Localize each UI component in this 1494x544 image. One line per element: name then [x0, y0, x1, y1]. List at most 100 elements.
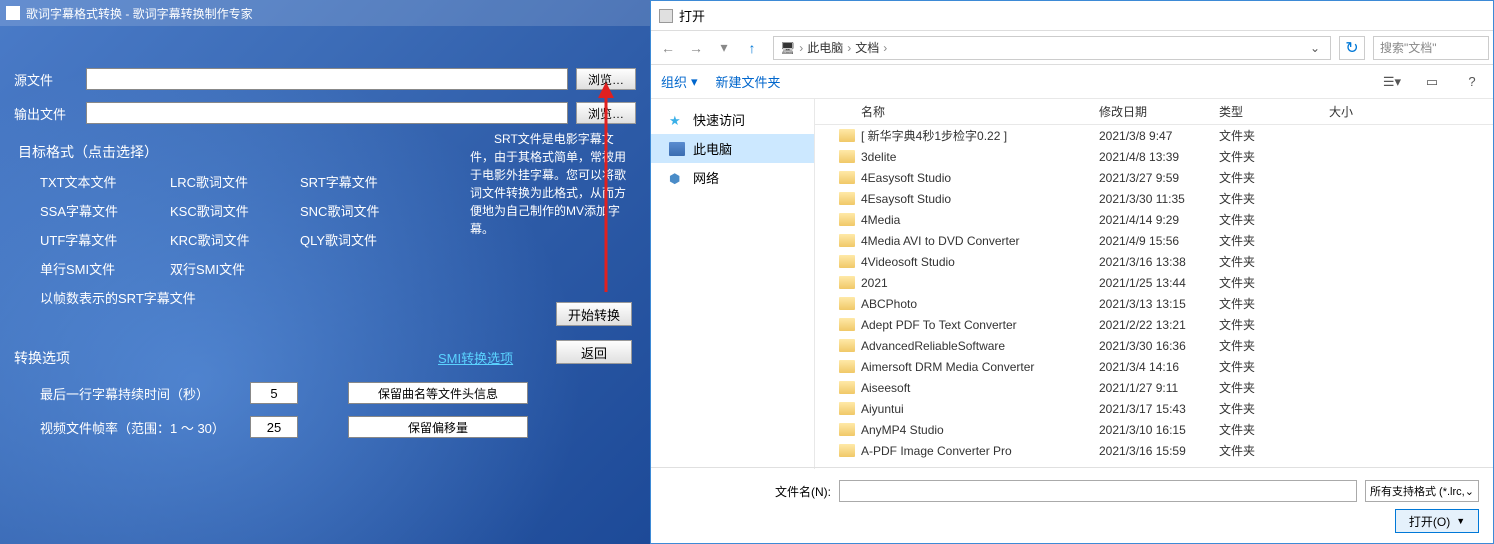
- file-date: 2021/4/8 13:39: [1099, 150, 1219, 164]
- file-type: 文件夹: [1219, 169, 1329, 186]
- start-convert-button[interactable]: 开始转换: [556, 302, 632, 326]
- file-name: AnyMP4 Studio: [861, 423, 1099, 437]
- file-type: 文件夹: [1219, 295, 1329, 312]
- col-date[interactable]: 修改日期: [1099, 103, 1219, 120]
- toolbar: 组织 ▾ 新建文件夹 ☰▾ ▭ ?: [651, 65, 1493, 99]
- last-line-input[interactable]: [250, 382, 298, 404]
- view-options-icon[interactable]: ☰▾: [1381, 71, 1403, 93]
- list-item[interactable]: Aiseesoft2021/1/27 9:11文件夹: [815, 377, 1493, 398]
- nav-back-button[interactable]: ←: [655, 36, 681, 60]
- folder-icon: [839, 276, 855, 289]
- file-date: 2021/3/16 13:38: [1099, 255, 1219, 269]
- format-lrc[interactable]: LRC歌词文件: [170, 172, 300, 191]
- tips-title: 小贴士：: [470, 106, 636, 124]
- list-item[interactable]: 4Media2021/4/14 9:29文件夹: [815, 209, 1493, 230]
- folder-icon: [839, 381, 855, 394]
- sidebar-item-network[interactable]: ⬢ 网络: [651, 163, 814, 192]
- file-name: Aiyuntui: [861, 402, 1099, 416]
- file-type: 文件夹: [1219, 379, 1329, 396]
- sidebar-item-quick-access[interactable]: ★ 快速访问: [651, 105, 814, 134]
- list-item[interactable]: 20212021/1/25 13:44文件夹: [815, 272, 1493, 293]
- list-item[interactable]: Aimersoft DRM Media Converter2021/3/4 14…: [815, 356, 1493, 377]
- tips-body: SRT文件是电影字幕文件，由于其格式简单，常被用于电影外挂字幕。您可以将歌词文件…: [470, 130, 636, 238]
- col-type[interactable]: 类型: [1219, 103, 1329, 120]
- breadcrumb-pc[interactable]: 此电脑: [807, 39, 843, 56]
- folder-icon: [839, 297, 855, 310]
- nav-recent-button[interactable]: ▾: [711, 36, 737, 60]
- chevron-down-icon: ▼: [1456, 516, 1465, 526]
- folder-icon: [839, 339, 855, 352]
- file-name: Aimersoft DRM Media Converter: [861, 360, 1099, 374]
- options-section: 转换选项 SMI转换选项 最后一行字幕持续时间（秒） 保留曲名等文件头信息 视频…: [14, 348, 636, 450]
- list-item[interactable]: 4Media AVI to DVD Converter2021/4/9 15:5…: [815, 230, 1493, 251]
- search-placeholder: 搜索"文档": [1380, 39, 1437, 56]
- file-date: 2021/3/13 13:15: [1099, 297, 1219, 311]
- list-item[interactable]: AdvancedReliableSoftware2021/3/30 16:36文…: [815, 335, 1493, 356]
- list-item[interactable]: AnyMP4 Studio2021/3/10 16:15文件夹: [815, 419, 1493, 440]
- folder-icon: [839, 318, 855, 331]
- file-name: AdvancedReliableSoftware: [861, 339, 1099, 353]
- chevron-right-icon: ›: [883, 41, 887, 55]
- refresh-button[interactable]: ↻: [1339, 36, 1365, 60]
- nav-forward-button[interactable]: →: [683, 36, 709, 60]
- source-file-input[interactable]: [86, 68, 568, 90]
- dialog-titlebar[interactable]: 打开: [651, 1, 1493, 31]
- breadcrumb[interactable]: 🖥 › 此电脑 › 文档 › ⌄: [773, 36, 1331, 60]
- open-button[interactable]: 打开(O) ▼: [1395, 509, 1479, 533]
- file-type: 文件夹: [1219, 358, 1329, 375]
- format-snc[interactable]: SNC歌词文件: [300, 201, 430, 220]
- list-item[interactable]: Aiyuntui2021/3/17 15:43文件夹: [815, 398, 1493, 419]
- list-item[interactable]: 4Videosoft Studio2021/3/16 13:38文件夹: [815, 251, 1493, 272]
- nav-up-button[interactable]: ↑: [739, 36, 765, 60]
- file-name: 3delite: [861, 150, 1099, 164]
- list-item[interactable]: A-PDF Image Converter Pro2021/3/16 15:59…: [815, 440, 1493, 461]
- col-size[interactable]: 大小: [1329, 103, 1389, 120]
- filename-input[interactable]: [839, 480, 1357, 502]
- keep-offset-button[interactable]: 保留偏移量: [348, 416, 528, 438]
- sidebar-item-this-pc[interactable]: 此电脑: [651, 134, 814, 163]
- chevron-right-icon: ›: [799, 41, 803, 55]
- search-input[interactable]: 搜索"文档": [1373, 36, 1489, 60]
- file-filter-select[interactable]: 所有支持格式 (*.lrc, ⌄: [1365, 480, 1479, 502]
- folder-icon: [839, 255, 855, 268]
- options-header: 转换选项: [14, 348, 636, 368]
- sidebar: ★ 快速访问 此电脑 ⬢ 网络: [651, 99, 815, 469]
- last-line-label: 最后一行字幕持续时间（秒）: [40, 384, 240, 403]
- format-smi-double[interactable]: 双行SMI文件: [170, 259, 300, 278]
- help-icon[interactable]: ?: [1461, 71, 1483, 93]
- organize-menu[interactable]: 组织 ▾: [661, 72, 698, 91]
- preview-pane-icon[interactable]: ▭: [1421, 71, 1443, 93]
- star-icon: ★: [669, 113, 685, 127]
- list-item[interactable]: 4Easysoft Studio2021/3/27 9:59文件夹: [815, 167, 1493, 188]
- folder-icon: [839, 171, 855, 184]
- format-ssa[interactable]: SSA字幕文件: [40, 201, 170, 220]
- list-item[interactable]: 3delite2021/4/8 13:39文件夹: [815, 146, 1493, 167]
- chevron-down-icon: ⌄: [1465, 485, 1474, 498]
- folder-icon: [839, 444, 855, 457]
- fps-input[interactable]: [250, 416, 298, 438]
- titlebar[interactable]: 歌词字幕格式转换 - 歌词字幕转换制作专家: [0, 0, 650, 26]
- format-qly[interactable]: QLY歌词文件: [300, 230, 430, 249]
- back-button[interactable]: 返回: [556, 340, 632, 364]
- format-ksc[interactable]: KSC歌词文件: [170, 201, 300, 220]
- format-txt[interactable]: TXT文本文件: [40, 172, 170, 191]
- list-item[interactable]: [ 新华字典4秒1步检字0.22 ]2021/3/8 9:47文件夹: [815, 125, 1493, 146]
- format-srt-frames[interactable]: 以帧数表示的SRT字幕文件: [40, 288, 636, 307]
- breadcrumb-docs[interactable]: 文档: [855, 39, 879, 56]
- format-smi-single[interactable]: 单行SMI文件: [40, 259, 170, 278]
- chevron-down-icon[interactable]: ⌄: [1306, 41, 1324, 55]
- file-date: 2021/4/9 15:56: [1099, 234, 1219, 248]
- list-item[interactable]: 4Esaysoft Studio2021/3/30 11:35文件夹: [815, 188, 1493, 209]
- col-name[interactable]: 名称: [861, 103, 1099, 120]
- browse-source-button[interactable]: 浏览…: [576, 68, 636, 90]
- new-folder-button[interactable]: 新建文件夹: [716, 72, 781, 91]
- format-utf[interactable]: UTF字幕文件: [40, 230, 170, 249]
- keep-header-button[interactable]: 保留曲名等文件头信息: [348, 382, 528, 404]
- format-krc[interactable]: KRC歌词文件: [170, 230, 300, 249]
- smi-options-link[interactable]: SMI转换选项: [438, 348, 513, 367]
- dialog-title: 打开: [679, 6, 705, 25]
- list-item[interactable]: Adept PDF To Text Converter2021/2/22 13:…: [815, 314, 1493, 335]
- format-srt[interactable]: SRT字幕文件: [300, 172, 430, 191]
- list-item[interactable]: ABCPhoto2021/3/13 13:15文件夹: [815, 293, 1493, 314]
- chevron-right-icon: ›: [847, 41, 851, 55]
